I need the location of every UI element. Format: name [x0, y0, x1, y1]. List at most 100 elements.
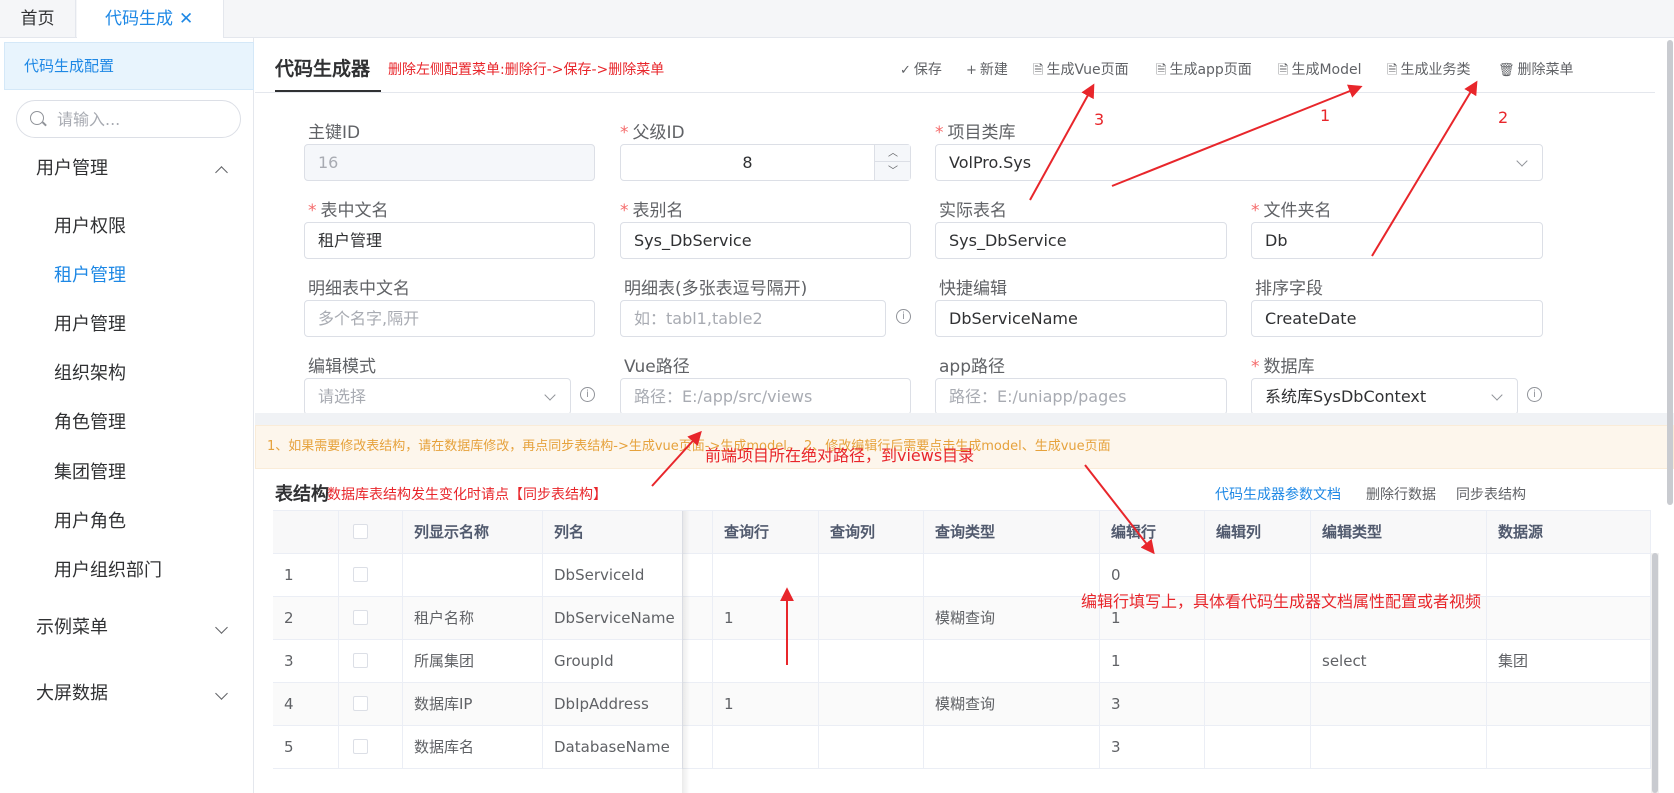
- cell[interactable]: 数据库IP: [403, 683, 543, 726]
- row-checkbox[interactable]: [353, 653, 368, 668]
- edit-mode-select[interactable]: 请选择: [304, 378, 571, 415]
- scroll-thumb[interactable]: [1652, 553, 1658, 793]
- tab-code-generator[interactable]: 代码生成 ✕: [77, 0, 224, 39]
- cell[interactable]: 集团: [1487, 640, 1651, 683]
- vue-path-input[interactable]: 路径：E:/app/src/views: [620, 378, 911, 415]
- delete-menu-button[interactable]: 🗑 删除菜单: [1498, 59, 1574, 79]
- row-checkbox[interactable]: [353, 739, 368, 754]
- real-table-input[interactable]: Sys_DbService: [935, 222, 1227, 259]
- cell[interactable]: 所属集团: [403, 640, 543, 683]
- cell[interactable]: 1: [713, 597, 819, 640]
- docs-link[interactable]: 代码生成器参数文档: [1215, 484, 1341, 504]
- tab-home[interactable]: 首页: [0, 0, 76, 38]
- delete-row-button[interactable]: 删除行数据: [1366, 484, 1436, 504]
- cell[interactable]: 租户名称: [403, 597, 543, 640]
- generate-app-button[interactable]: 🗎 生成app页面: [1156, 59, 1252, 83]
- scroll-thumb[interactable]: [1667, 40, 1673, 505]
- sidebar-item-groups[interactable]: 集团管理: [0, 448, 254, 498]
- cell[interactable]: 模糊查询: [924, 597, 1100, 640]
- cell[interactable]: 1: [1100, 640, 1205, 683]
- sidebar-item-org[interactable]: 组织架构: [0, 349, 254, 399]
- row-checkbox[interactable]: [353, 610, 368, 625]
- cell[interactable]: [1311, 683, 1487, 726]
- table-scrollbar[interactable]: [1651, 553, 1659, 793]
- close-icon[interactable]: ✕: [179, 9, 193, 29]
- generate-vue-button[interactable]: 🗎 生成Vue页面: [1033, 59, 1129, 83]
- sort-input[interactable]: CreateDate: [1251, 300, 1543, 337]
- sidebar-item-user-roles[interactable]: 用户角色: [0, 497, 254, 547]
- sidebar-item-tenant[interactable]: 租户管理: [0, 251, 254, 301]
- cell[interactable]: [1205, 726, 1311, 769]
- select-all-checkbox[interactable]: [353, 524, 368, 539]
- cell[interactable]: select: [1311, 640, 1487, 683]
- page-scrollbar[interactable]: [1666, 38, 1674, 793]
- stepper-down-icon[interactable]: ﹀: [875, 163, 911, 180]
- sidebar-item-users[interactable]: 用户管理: [0, 300, 254, 350]
- cell[interactable]: [924, 726, 1100, 769]
- cell[interactable]: 3: [1100, 683, 1205, 726]
- cell[interactable]: DbServiceId: [543, 554, 683, 597]
- cell[interactable]: [819, 726, 924, 769]
- cell[interactable]: [924, 640, 1100, 683]
- sidebar-item-user-org-dept[interactable]: 用户组织部门: [0, 546, 254, 596]
- parent-id-stepper[interactable]: 8 ︿ ﹀: [620, 144, 911, 181]
- cell[interactable]: 模糊查询: [924, 683, 1100, 726]
- folder-input[interactable]: Db: [1251, 222, 1543, 259]
- cell[interactable]: GroupId: [543, 640, 683, 683]
- cell[interactable]: 数据库名: [403, 726, 543, 769]
- cell[interactable]: 1: [713, 683, 819, 726]
- cell[interactable]: 3: [1100, 726, 1205, 769]
- sidebar-search[interactable]: [16, 100, 241, 138]
- search-input[interactable]: [57, 109, 227, 129]
- sync-table-button[interactable]: 同步表结构: [1456, 484, 1526, 504]
- cell[interactable]: [819, 640, 924, 683]
- table-row[interactable]: 5 数据库名 DatabaseName 3: [273, 726, 1651, 769]
- table-row[interactable]: 3 所属集团 GroupId 1 select 集团: [273, 640, 1651, 683]
- stepper-up-icon[interactable]: ︿: [875, 145, 911, 162]
- cell[interactable]: [1205, 683, 1311, 726]
- cell[interactable]: DbServiceName: [543, 597, 683, 640]
- cell[interactable]: DbIpAddress: [543, 683, 683, 726]
- cell[interactable]: DatabaseName: [543, 726, 683, 769]
- menu-group-examples[interactable]: 示例菜单: [0, 601, 254, 655]
- cell[interactable]: [1487, 683, 1651, 726]
- cell[interactable]: [1487, 726, 1651, 769]
- main-panel: 代码生成器 删除左侧配置菜单:删除行->保存->删除菜单 ✓ 保存 + 新建 🗎 生成…: [255, 38, 1674, 793]
- cell[interactable]: [819, 597, 924, 640]
- cell[interactable]: [819, 554, 924, 597]
- database-select[interactable]: 系统库SysDbContext: [1251, 378, 1518, 415]
- info-icon[interactable]: i: [896, 309, 911, 324]
- cell[interactable]: [924, 554, 1100, 597]
- save-button[interactable]: ✓ 保存: [900, 59, 942, 79]
- cell[interactable]: [819, 683, 924, 726]
- row-checkbox[interactable]: [353, 696, 368, 711]
- table-row[interactable]: 4 数据库IP DbIpAddress 1 模糊查询 3: [273, 683, 1651, 726]
- info-icon[interactable]: i: [1527, 387, 1542, 402]
- cell[interactable]: [1487, 597, 1651, 640]
- generate-model-button[interactable]: 🗎 生成Model: [1278, 59, 1362, 83]
- menu-group-user-management[interactable]: 用户管理: [0, 142, 254, 196]
- detail-cn-input[interactable]: 多个名字,隔开: [304, 300, 595, 337]
- sidebar-item-roles[interactable]: 角色管理: [0, 398, 254, 448]
- detail-input[interactable]: 如：tabl1,table2: [620, 300, 886, 337]
- info-icon[interactable]: i: [580, 387, 595, 402]
- alias-input[interactable]: Sys_DbService: [620, 222, 911, 259]
- app-path-input[interactable]: 路径：E:/uniapp/pages: [935, 378, 1227, 415]
- cell[interactable]: [1311, 726, 1487, 769]
- cell[interactable]: [713, 640, 819, 683]
- quick-edit-input[interactable]: DbServiceName: [935, 300, 1227, 337]
- cell[interactable]: [713, 554, 819, 597]
- table-cn-input[interactable]: 租户管理: [304, 222, 595, 259]
- cell[interactable]: [403, 554, 543, 597]
- project-select[interactable]: VolPro.Sys: [935, 144, 1543, 181]
- cell[interactable]: [713, 726, 819, 769]
- row-checkbox[interactable]: [353, 567, 368, 582]
- title-underline: [275, 90, 381, 92]
- sidebar-item-permissions[interactable]: 用户权限: [0, 202, 254, 252]
- new-button[interactable]: + 新建: [966, 59, 1008, 79]
- annotation-number-3: 3: [1094, 110, 1105, 129]
- menu-group-dashboard[interactable]: 大屏数据: [0, 667, 254, 721]
- cell[interactable]: [1205, 640, 1311, 683]
- generate-service-button[interactable]: 🗎 生成业务类: [1387, 59, 1470, 83]
- cell[interactable]: [1487, 554, 1651, 597]
